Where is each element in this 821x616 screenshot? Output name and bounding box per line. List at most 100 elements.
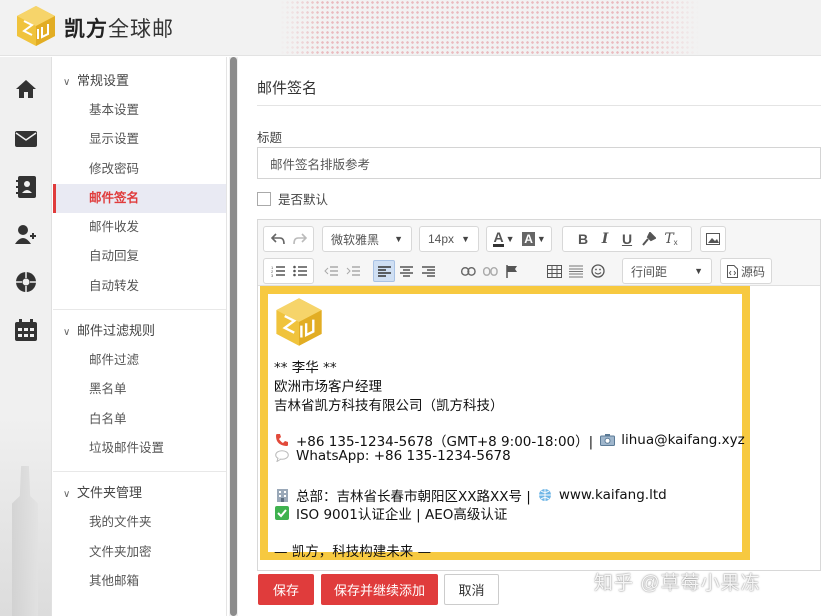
nav-item-change-password[interactable]: 修改密码: [53, 155, 226, 184]
editor-content[interactable]: ** 李华 ** 欧洲市场客户经理 吉林省凯方科技有限公司（凯方科技） +86 …: [260, 286, 820, 570]
default-checkbox-label: 是否默认: [278, 193, 329, 207]
default-checkbox-row[interactable]: 是否默认: [257, 189, 328, 208]
divider: [257, 105, 821, 106]
nav-item-auto-forward[interactable]: 自动转发: [53, 272, 226, 301]
cancel-button[interactable]: 取消: [444, 574, 499, 605]
caret-down-icon: ▼: [394, 234, 403, 244]
nav-item-other-mailbox[interactable]: 其他邮箱: [53, 567, 226, 596]
nav-item-signature[interactable]: 邮件签名: [53, 183, 226, 214]
title-label: 标题: [257, 131, 283, 145]
rich-text-editor[interactable]: 微软雅黑 ▼ 14px ▼ A ▼ A ▼ B I U Tx 123 行间距 ▼…: [257, 219, 821, 571]
signature-company: 吉林省凯方科技有限公司（凯方科技）: [274, 398, 504, 414]
kaifang-logo-icon[interactable]: [16, 5, 56, 47]
font-color-icon[interactable]: A ▼: [489, 228, 519, 250]
nav-item-mail-filter[interactable]: 邮件过滤: [53, 346, 226, 375]
insert-group: [538, 258, 614, 284]
nav-item-blacklist[interactable]: 黑名单: [53, 375, 226, 404]
nav-item-spam-settings[interactable]: 垃圾邮件设置: [53, 434, 226, 463]
title-input[interactable]: [257, 147, 821, 179]
nav-item-basic-settings[interactable]: 基本设置: [53, 96, 226, 125]
divider: [53, 309, 226, 311]
undo-redo-group: [263, 226, 314, 252]
chevron-down-icon: ∨: [63, 77, 71, 88]
divider: [53, 471, 226, 473]
nav-group-filter-rules[interactable]: ∨ 邮件过滤规则: [53, 316, 226, 346]
signature-phone-row: +86 135-1234-5678（GMT+8 9:00-18:00）| lih…: [274, 430, 745, 450]
mail-icon[interactable]: [10, 123, 42, 155]
ordered-list-icon[interactable]: 123: [267, 260, 289, 282]
anchor-flag-icon[interactable]: [501, 260, 523, 282]
nav-item-whitelist[interactable]: 白名单: [53, 405, 226, 434]
nav-item-auto-reply[interactable]: 自动回复: [53, 242, 226, 271]
email-camera-icon: [599, 433, 615, 447]
list-group: 123: [263, 258, 314, 284]
nav-group-general[interactable]: ∨ 常规设置: [53, 66, 226, 96]
indent-icon[interactable]: [342, 260, 364, 282]
home-icon[interactable]: [10, 73, 42, 105]
font-family-select[interactable]: 微软雅黑 ▼: [322, 226, 412, 252]
globe-icon: [537, 488, 553, 502]
link-icon[interactable]: [457, 260, 479, 282]
highlight-color-icon[interactable]: A ▼: [519, 228, 549, 250]
color-group: A ▼ A ▼: [486, 226, 552, 252]
underline-icon[interactable]: U: [616, 228, 638, 250]
indent-group: [318, 258, 366, 284]
redo-icon[interactable]: [289, 228, 311, 250]
default-checkbox[interactable]: [257, 191, 271, 206]
nav-item-send-receive[interactable]: 邮件收发: [53, 213, 226, 242]
align-center-icon[interactable]: [395, 260, 417, 282]
signature-name: ** 李华 **: [274, 360, 337, 376]
source-code-button[interactable]: 源码: [720, 258, 772, 284]
source-file-icon: [726, 264, 738, 278]
contacts-icon[interactable]: [10, 171, 42, 203]
page-title: 邮件签名: [257, 80, 318, 97]
link-group: [452, 258, 528, 284]
settings-wheel-icon[interactable]: [10, 266, 42, 298]
align-left-icon[interactable]: [373, 260, 395, 282]
save-button[interactable]: 保存: [258, 574, 314, 605]
zhihu-watermark: 知乎 @草莓小果冻: [594, 573, 761, 594]
line-spacing-select[interactable]: 行间距 ▼: [622, 258, 712, 284]
italic-icon[interactable]: I: [594, 228, 616, 250]
undo-icon[interactable]: [267, 228, 289, 250]
top-bar: 凯方全球邮: [0, 0, 821, 56]
align-right-icon[interactable]: [417, 260, 439, 282]
horizontal-rule-icon[interactable]: [565, 260, 587, 282]
image-button[interactable]: [700, 226, 726, 252]
nav-item-display-settings[interactable]: 显示设置: [53, 125, 226, 154]
caret-down-icon: ▼: [694, 266, 703, 276]
add-user-icon[interactable]: [10, 218, 42, 250]
speech-bubble-icon: [274, 449, 290, 463]
signature-position: 欧洲市场客户经理: [274, 379, 382, 395]
phone-icon: [274, 433, 290, 447]
clear-format-icon[interactable]: Tx: [660, 228, 682, 250]
bold-icon[interactable]: B: [572, 228, 594, 250]
office-building-icon: [274, 488, 290, 502]
icon-rail: [0, 57, 52, 616]
save-and-continue-button[interactable]: 保存并继续添加: [321, 574, 438, 605]
nav-item-my-folders[interactable]: 我的文件夹: [53, 508, 226, 537]
chevron-down-icon: ∨: [63, 489, 71, 501]
signature-block[interactable]: ** 李华 ** 欧洲市场客户经理 吉林省凯方科技有限公司（凯方科技） +86 …: [260, 286, 750, 560]
check-mark-icon: [274, 506, 290, 520]
unlink-icon[interactable]: [479, 260, 501, 282]
svg-text:3: 3: [271, 273, 274, 277]
table-icon[interactable]: [543, 260, 565, 282]
scrollbar-thumb[interactable]: [230, 57, 237, 616]
sidebar-scrollbar[interactable]: [229, 57, 238, 616]
nav-group-folders[interactable]: ∨ 文件夹管理: [53, 478, 226, 508]
outdent-icon[interactable]: [320, 260, 342, 282]
editor-toolbar: 微软雅黑 ▼ 14px ▼ A ▼ A ▼ B I U Tx 123 行间距 ▼…: [258, 220, 820, 286]
font-size-select[interactable]: 14px ▼: [419, 226, 479, 252]
image-icon: [702, 228, 724, 250]
nav-item-folder-encryption[interactable]: 文件夹加密: [53, 538, 226, 567]
emoji-icon[interactable]: [587, 260, 609, 282]
unordered-list-icon[interactable]: [289, 260, 311, 282]
calendar-icon[interactable]: [10, 314, 42, 346]
signature-logo-icon: [276, 298, 322, 346]
chevron-down-icon: ∨: [63, 327, 71, 339]
signature-whatsapp-row: WhatsApp: +86 135-1234-5678: [274, 448, 511, 464]
format-painter-icon[interactable]: [638, 228, 660, 250]
main-panel: 邮件签名 标题 是否默认 微软雅黑▼ 14px▼ A▼ A▼ B: [243, 57, 821, 616]
align-group: [368, 258, 444, 284]
